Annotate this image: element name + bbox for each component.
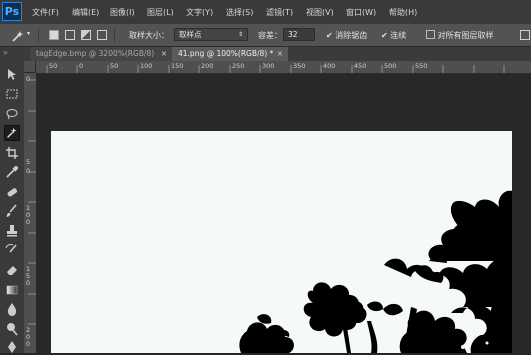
healing-brush-tool-icon[interactable] — [4, 184, 20, 200]
ruler-label: 50 — [110, 62, 119, 70]
menu-window[interactable]: 窗口(W) — [346, 7, 376, 18]
sample-size-value: 取样点 — [179, 30, 202, 39]
checkmark-icon: ✔ — [381, 31, 388, 40]
menu-select[interactable]: 选择(S) — [226, 7, 253, 18]
document-tab-bar: » tagEdge.bmp @ 3200%(RGB/8) × 41.png @ … — [0, 47, 531, 61]
ruler-label: 0 — [26, 75, 31, 83]
menu-view[interactable]: 视图(V) — [306, 7, 334, 18]
ruler-label: 550 — [415, 62, 428, 70]
tolerance-input[interactable]: 32 — [283, 28, 315, 41]
contiguous-checkbox[interactable]: ✔ 连续 — [381, 30, 406, 41]
ruler-label: 100 — [140, 62, 153, 70]
tools-panel — [0, 61, 25, 353]
ruler-label: 400 — [323, 62, 336, 70]
eraser-tool-icon[interactable] — [4, 262, 20, 278]
checkmark-icon: ✔ — [326, 31, 333, 40]
ruler-label: 1 5 0 — [26, 265, 31, 287]
blur-tool-icon[interactable] — [4, 301, 20, 317]
ruler-origin[interactable] — [24, 61, 36, 73]
tab-label: 41.png @ 100%(RGB/8) * — [178, 49, 274, 58]
contiguous-label: 连续 — [390, 31, 407, 40]
tab-tagedge[interactable]: tagEdge.bmp @ 3200%(RGB/8) × — [30, 47, 172, 61]
marquee-tool-icon[interactable] — [4, 86, 20, 102]
gradient-tool-icon[interactable] — [4, 282, 20, 298]
ruler-label: 1 0 0 — [26, 204, 31, 226]
antialias-checkbox[interactable]: ✔ 消除锯齿 — [326, 30, 367, 41]
menu-file[interactable]: 文件(F) — [32, 7, 59, 18]
all-layers-checkbox[interactable]: 对所有图层取样 — [426, 30, 494, 41]
lasso-tool-icon[interactable] — [4, 106, 20, 122]
menu-bar: Ps 文件(F) 编辑(E) 图像(I) 图层(L) 文字(Y) 选择(S) 滤… — [0, 0, 531, 24]
close-icon[interactable]: × — [277, 47, 283, 61]
menu-layer[interactable]: 图层(L) — [147, 7, 174, 18]
ruler-label: 0 — [26, 167, 31, 175]
refine-edge-icon[interactable] — [520, 30, 530, 40]
sample-size-select[interactable]: 取样点 ⇕ — [174, 28, 248, 41]
ruler-label: 2 0 0 — [26, 326, 31, 348]
ruler-label: 0 — [79, 62, 84, 70]
dodge-tool-icon[interactable] — [4, 321, 20, 337]
tab-label: tagEdge.bmp @ 3200%(RGB/8) — [36, 49, 155, 58]
vertical-ruler[interactable]: 0 5 0 1 0 0 1 5 0 2 0 0 — [24, 73, 37, 353]
chevron-down-icon: ⇕ — [237, 31, 243, 38]
photoshop-logo: Ps — [2, 2, 22, 21]
close-icon[interactable]: × — [161, 47, 167, 61]
subtract-from-selection-icon[interactable] — [81, 30, 91, 40]
ruler-label: 500 — [384, 62, 397, 70]
clone-stamp-tool-icon[interactable] — [4, 223, 20, 239]
menu-help[interactable]: 帮助(H) — [389, 7, 417, 18]
preset-dropdown-arrow-icon[interactable]: ▾ — [27, 30, 30, 37]
new-selection-icon[interactable] — [49, 30, 59, 40]
menu-edit[interactable]: 编辑(E) — [72, 7, 99, 18]
ruler-label: 50 — [49, 62, 58, 70]
ruler-label: 200 — [201, 62, 214, 70]
menu-filter[interactable]: 滤镜(T) — [266, 7, 293, 18]
empty-checkbox-icon — [426, 30, 435, 39]
panel-collapse-icon[interactable]: » — [3, 48, 8, 57]
tab-41-png[interactable]: 41.png @ 100%(RGB/8) * × — [172, 47, 288, 61]
ruler-label: 5 — [26, 158, 31, 166]
all-layers-label: 对所有图层取样 — [437, 31, 494, 40]
ruler-label: 250 — [232, 62, 245, 70]
magic-wand-preset-icon[interactable] — [12, 30, 24, 42]
ruler-label: 300 — [262, 62, 275, 70]
horizontal-ruler[interactable]: 50 0 50 100 150 200 250 300 350 400 450 … — [36, 61, 531, 74]
ruler-label: 450 — [354, 62, 367, 70]
move-tool-icon[interactable] — [4, 66, 20, 82]
menu-image[interactable]: 图像(I) — [110, 7, 135, 18]
tolerance-label: 容差： — [258, 31, 282, 40]
intersect-selection-icon[interactable] — [97, 30, 107, 40]
flower-silhouette — [239, 190, 512, 353]
crop-tool-icon[interactable] — [4, 145, 20, 161]
add-to-selection-icon[interactable] — [65, 30, 75, 40]
history-brush-tool-icon[interactable] — [4, 242, 20, 258]
ruler-label: 150 — [171, 62, 184, 70]
eyedropper-tool-icon[interactable] — [4, 164, 20, 180]
menu-type[interactable]: 文字(Y) — [186, 7, 213, 18]
ruler-label: 350 — [293, 62, 306, 70]
magic-wand-tool-icon[interactable] — [4, 125, 20, 141]
document-canvas[interactable] — [51, 131, 512, 353]
sample-size-label: 取样大小： — [129, 31, 169, 40]
brush-tool-icon[interactable] — [4, 203, 20, 219]
antialias-label: 消除锯齿 — [335, 31, 368, 40]
options-bar: ▾ 取样大小： 取样点 ⇕ 容差： 32 ✔ 消除锯齿 ✔ 连续 对所有图层取样 — [0, 24, 531, 47]
